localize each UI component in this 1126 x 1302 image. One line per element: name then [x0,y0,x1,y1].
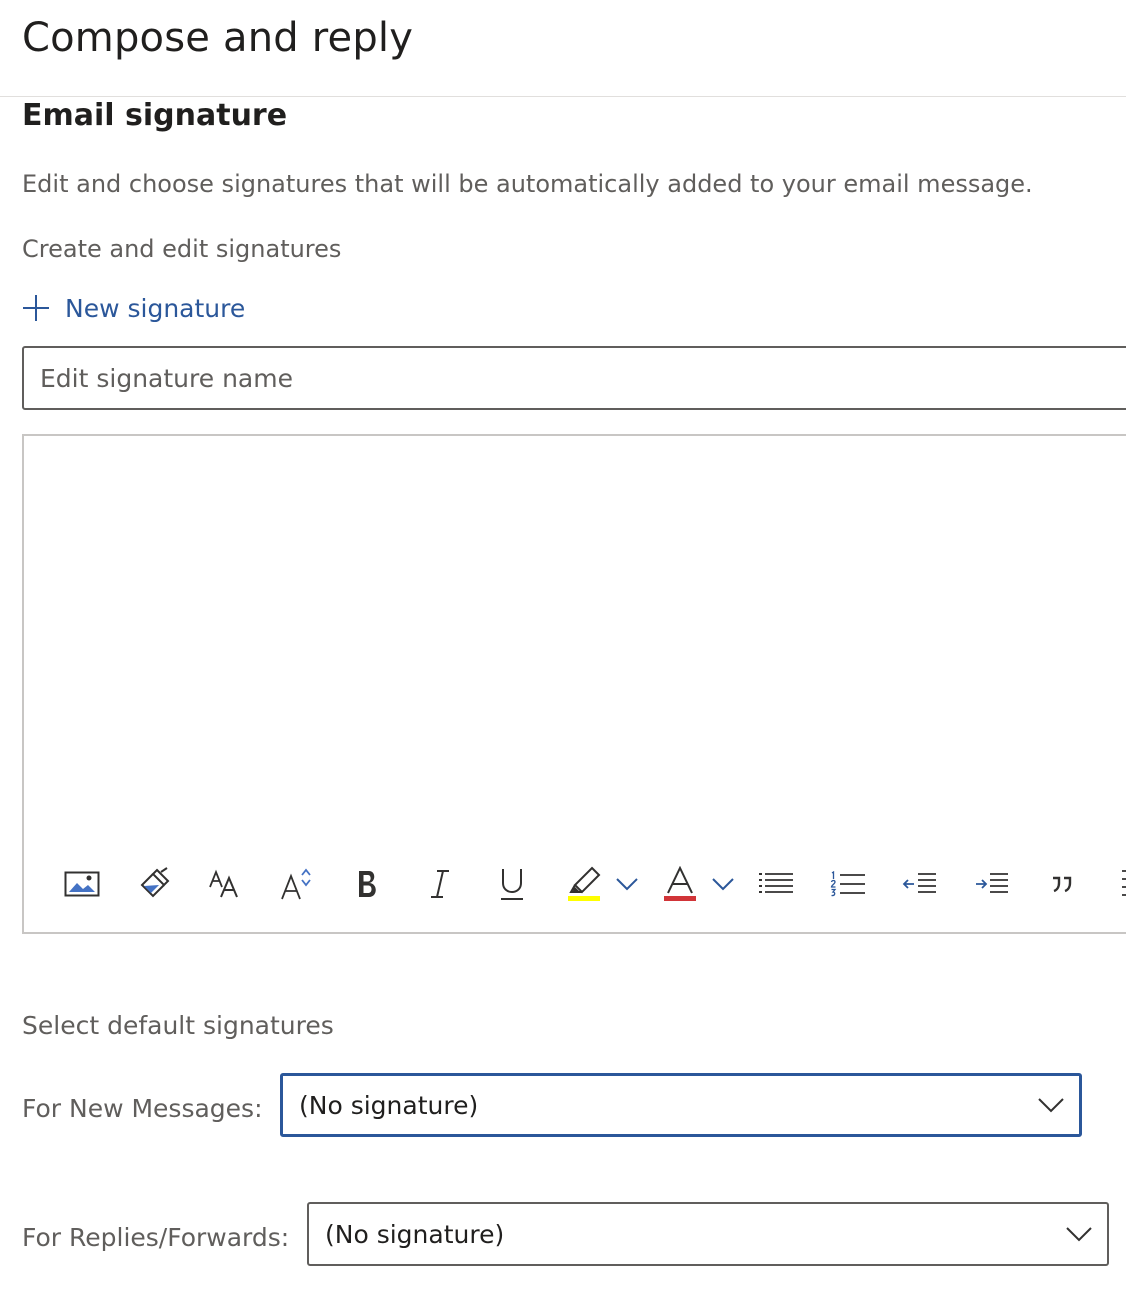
underline-button[interactable] [498,854,526,914]
bold-button[interactable] [354,854,382,914]
grow-font-icon [281,868,311,900]
more-options-button[interactable] [1112,854,1126,914]
select-default-label: Select default signatures [22,1011,334,1040]
numbering-icon [830,871,865,897]
replies-label: For Replies/Forwards: [22,1223,290,1252]
highlight-dropdown-button[interactable] [614,854,640,914]
settings-page: Compose and reply Email signature Edit a… [0,0,1126,1302]
bold-icon [359,871,376,897]
numbering-button[interactable] [830,854,866,914]
underline-icon [501,869,523,900]
insert-picture-button[interactable] [64,854,100,914]
format-painter-button[interactable] [137,854,173,914]
create-edit-label: Create and edit signatures [22,235,342,263]
chevron-down-icon [1066,1227,1092,1242]
new-signature-label: New signature [65,293,246,323]
insert-picture-icon [64,871,100,897]
increase-indent-button[interactable] [974,854,1010,914]
italic-icon [431,870,449,898]
highlight-icon [568,866,601,901]
decrease-indent-button[interactable] [902,854,938,914]
format-painter-icon [140,867,170,898]
chevron-down-icon [1038,1098,1064,1113]
font-size-button[interactable] [208,854,244,914]
highlight-dropdown-icon [616,878,638,891]
highlight-button[interactable] [564,854,604,914]
font-color-icon [664,866,696,901]
quote-icon [1053,876,1072,893]
grow-font-button[interactable] [280,854,316,914]
font-size-icon [209,869,238,898]
bullets-button[interactable] [758,854,794,914]
more-options-icon [1122,870,1126,896]
plus-icon [23,295,49,321]
new-messages-value: (No signature) [299,1090,479,1120]
decrease-indent-icon [902,873,936,893]
signature-editor-body[interactable] [24,436,1126,842]
new-messages-select[interactable]: (No signature) [280,1073,1082,1137]
italic-button[interactable] [426,854,454,914]
signature-editor [22,434,1126,934]
section-description: Edit and choose signatures that will be … [22,170,1033,198]
font-color-dropdown-button[interactable] [710,854,736,914]
font-color-dropdown-icon [712,878,734,891]
replies-select[interactable]: (No signature) [307,1202,1109,1266]
quote-button[interactable] [1048,854,1076,914]
section-title: Email signature [22,98,288,133]
increase-indent-icon [976,873,1008,893]
new-signature-button[interactable]: New signature [22,288,245,328]
new-messages-label: For New Messages: [22,1094,263,1123]
signature-name-input[interactable] [22,346,1126,410]
page-title: Compose and reply [22,15,414,61]
formatting-toolbar [24,854,1126,914]
font-color-button[interactable] [662,854,698,914]
bullets-icon [759,873,793,893]
replies-value: (No signature) [325,1219,505,1249]
